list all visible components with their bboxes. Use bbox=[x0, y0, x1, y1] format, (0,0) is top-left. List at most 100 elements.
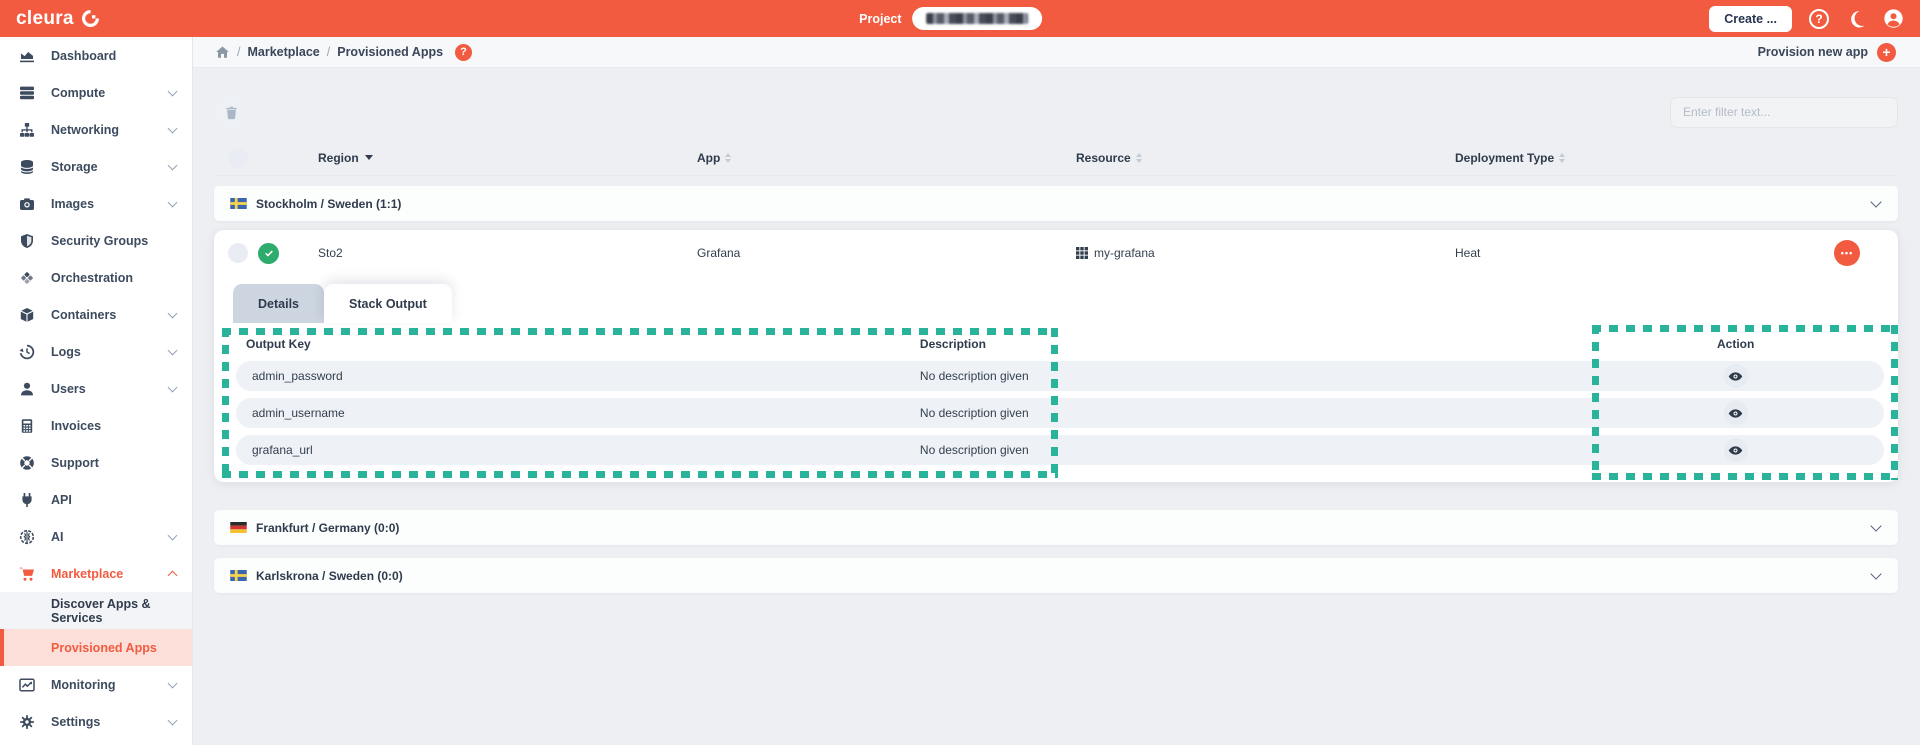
region-group-stockholm[interactable]: Stockholm / Sweden (1:1) bbox=[214, 186, 1898, 221]
chevron-down-icon[interactable] bbox=[1870, 196, 1881, 207]
sweden-flag-icon bbox=[230, 570, 247, 581]
tab-details[interactable]: Details bbox=[233, 284, 324, 323]
chevron-up-icon bbox=[168, 570, 178, 580]
sidebar-item-label: API bbox=[51, 493, 72, 507]
breadcrumb-marketplace[interactable]: Marketplace bbox=[247, 45, 319, 59]
storage-icon bbox=[18, 159, 35, 175]
sidebar-item-support[interactable]: Support bbox=[0, 444, 192, 481]
sidebar-item-monitoring[interactable]: Monitoring bbox=[0, 666, 192, 703]
sidebar-item-invoices[interactable]: Invoices bbox=[0, 407, 192, 444]
gear-icon bbox=[18, 714, 35, 730]
chevron-down-icon bbox=[168, 197, 178, 207]
sidebar-item-label: Marketplace bbox=[51, 567, 123, 581]
home-icon[interactable] bbox=[215, 45, 230, 60]
support-lifering-icon bbox=[18, 455, 35, 471]
reveal-value-eye-icon[interactable] bbox=[1724, 438, 1748, 462]
sidebar: Dashboard Compute Networking Storage bbox=[0, 37, 193, 745]
logs-history-icon bbox=[18, 344, 35, 360]
row-actions-ellipsis-button[interactable]: ••• bbox=[1834, 240, 1860, 266]
shield-icon bbox=[18, 233, 35, 249]
sidebar-item-marketplace[interactable]: Marketplace bbox=[0, 555, 192, 592]
cell-resource: my-grafana bbox=[1076, 246, 1455, 260]
column-header-app[interactable]: App bbox=[697, 151, 1076, 165]
sidebar-item-logs[interactable]: Logs bbox=[0, 333, 192, 370]
dark-mode-moon-icon[interactable] bbox=[1846, 9, 1866, 29]
marketplace-cart-icon bbox=[18, 566, 35, 582]
reveal-value-eye-icon[interactable] bbox=[1724, 401, 1748, 425]
cell-region: Sto2 bbox=[318, 246, 697, 260]
page-help-icon[interactable]: ? bbox=[455, 44, 472, 61]
sweden-flag-icon bbox=[230, 198, 247, 209]
project-name-redacted bbox=[927, 13, 1029, 24]
containers-box-icon bbox=[18, 307, 35, 323]
select-all-checkbox[interactable] bbox=[228, 148, 248, 168]
sidebar-item-label: Security Groups bbox=[51, 234, 148, 248]
user-account-icon[interactable] bbox=[1883, 8, 1904, 29]
users-person-icon bbox=[18, 381, 35, 397]
provisioned-apps-content: Region App Resource Deployment Type bbox=[193, 68, 1920, 593]
sidebar-item-security-groups[interactable]: Security Groups bbox=[0, 222, 192, 259]
sidebar-item-label: Networking bbox=[51, 123, 119, 137]
sidebar-item-containers[interactable]: Containers bbox=[0, 296, 192, 333]
breadcrumb-provisioned-apps[interactable]: Provisioned Apps bbox=[337, 45, 443, 59]
sidebar-item-orchestration[interactable]: Orchestration bbox=[0, 259, 192, 296]
sidebar-subitem-provisioned-apps[interactable]: Provisioned Apps bbox=[0, 629, 192, 666]
app-card-my-grafana: Sto2 Grafana my-grafana Heat ••• Details bbox=[214, 230, 1898, 482]
chevron-down-icon bbox=[168, 123, 178, 133]
sidebar-item-dashboard[interactable]: Dashboard bbox=[0, 37, 192, 74]
chevron-down-icon[interactable] bbox=[1870, 568, 1881, 579]
column-header-deployment-type[interactable]: Deployment Type bbox=[1455, 151, 1834, 165]
provision-new-app-button[interactable]: Provision new app + bbox=[1758, 43, 1896, 62]
sidebar-item-label: Invoices bbox=[51, 419, 101, 433]
output-description: No description given bbox=[920, 443, 1587, 457]
app-table-row[interactable]: Sto2 Grafana my-grafana Heat ••• bbox=[214, 230, 1898, 276]
column-header-resource[interactable]: Resource bbox=[1076, 151, 1455, 165]
reveal-value-eye-icon[interactable] bbox=[1724, 364, 1748, 388]
breadcrumb-separator: / bbox=[327, 45, 330, 59]
filter-input[interactable] bbox=[1670, 97, 1898, 128]
sort-icon bbox=[725, 153, 731, 163]
topbar: cleura Project Create ... ? bbox=[0, 0, 1920, 37]
sidebar-item-networking[interactable]: Networking bbox=[0, 111, 192, 148]
column-header-output-key: Output Key bbox=[236, 337, 920, 351]
region-group-frankfurt[interactable]: Frankfurt / Germany (0:0) bbox=[214, 510, 1898, 545]
create-button[interactable]: Create ... bbox=[1709, 6, 1792, 32]
region-group-karlskrona[interactable]: Karlskrona / Sweden (0:0) bbox=[214, 558, 1898, 593]
chevron-down-icon bbox=[168, 715, 178, 725]
provision-new-app-label: Provision new app bbox=[1758, 45, 1868, 59]
breadcrumb: / Marketplace / Provisioned Apps ? Provi… bbox=[193, 37, 1920, 68]
germany-flag-icon bbox=[230, 522, 247, 533]
chevron-down-icon bbox=[168, 678, 178, 688]
sidebar-item-storage[interactable]: Storage bbox=[0, 148, 192, 185]
project-pill[interactable] bbox=[913, 7, 1043, 30]
orchestration-icon bbox=[18, 270, 35, 286]
topbar-actions: Create ... ? bbox=[1709, 6, 1904, 32]
tab-stack-output[interactable]: Stack Output bbox=[324, 284, 452, 323]
table-toolbar bbox=[214, 95, 1898, 129]
sidebar-item-settings[interactable]: Settings bbox=[0, 703, 192, 740]
help-icon[interactable]: ? bbox=[1809, 9, 1829, 29]
sidebar-item-users[interactable]: Users bbox=[0, 370, 192, 407]
sidebar-item-label: Users bbox=[51, 382, 86, 396]
output-key: grafana_url bbox=[236, 443, 920, 457]
cleura-logo-icon bbox=[81, 9, 100, 28]
cell-deployment-type: Heat bbox=[1455, 246, 1834, 260]
sidebar-item-ai[interactable]: AI bbox=[0, 518, 192, 555]
cell-app: Grafana bbox=[697, 246, 1076, 260]
sidebar-item-compute[interactable]: Compute bbox=[0, 74, 192, 111]
monitoring-chart-icon bbox=[18, 677, 35, 693]
sidebar-item-images[interactable]: Images bbox=[0, 185, 192, 222]
chevron-down-icon[interactable] bbox=[1870, 520, 1881, 531]
column-header-region[interactable]: Region bbox=[318, 151, 697, 165]
sidebar-subitem-discover-apps[interactable]: Discover Apps & Services bbox=[0, 592, 192, 629]
dashboard-icon bbox=[18, 48, 35, 64]
marketplace-submenu: Discover Apps & Services Provisioned App… bbox=[0, 592, 192, 666]
sidebar-item-api[interactable]: API bbox=[0, 481, 192, 518]
delete-selected-button[interactable] bbox=[214, 95, 248, 129]
invoices-calculator-icon bbox=[18, 418, 35, 434]
project-selector[interactable]: Project bbox=[859, 7, 1042, 30]
images-camera-icon bbox=[18, 196, 35, 212]
column-header-action: Action bbox=[1587, 337, 1884, 351]
cleura-logo[interactable]: cleura bbox=[16, 8, 100, 30]
row-checkbox[interactable] bbox=[228, 243, 248, 263]
